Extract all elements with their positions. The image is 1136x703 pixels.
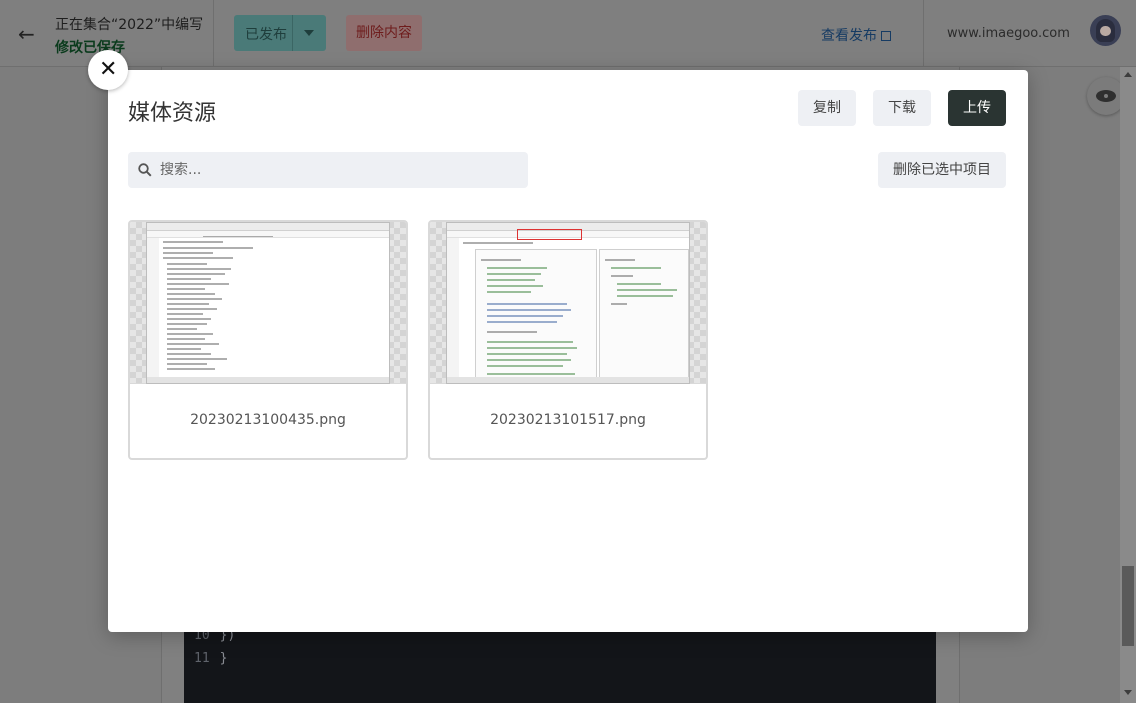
external-link-icon — [881, 31, 891, 41]
media-thumbnail — [130, 222, 406, 384]
delete-content-button[interactable]: 删除内容 — [346, 15, 422, 51]
copy-button[interactable]: 复制 — [798, 90, 856, 126]
search-icon — [138, 163, 152, 177]
media-filename: 20230213101517.png — [490, 412, 646, 428]
site-url[interactable]: www.imaegoo.com — [947, 26, 1070, 41]
view-publish-link[interactable]: 查看发布 — [821, 25, 891, 45]
close-modal-button[interactable]: ✕ — [88, 50, 128, 90]
media-card[interactable]: 20230213101517.png — [428, 220, 708, 460]
eye-pupil — [1102, 92, 1110, 100]
search-box — [128, 152, 528, 188]
screenshot-image — [446, 222, 690, 384]
scroll-down-icon[interactable] — [1124, 690, 1132, 695]
view-publish-label: 查看发布 — [821, 28, 877, 44]
scrollbar-thumb[interactable] — [1122, 566, 1134, 646]
scroll-up-icon[interactable] — [1124, 72, 1132, 77]
code-text: } — [219, 651, 228, 666]
delete-selected-button[interactable]: 删除已选中项目 — [878, 152, 1006, 188]
screenshot-image — [146, 222, 390, 384]
search-input[interactable] — [160, 152, 520, 188]
code-editor: 10}) 11} — [184, 620, 936, 703]
avatar[interactable] — [1090, 15, 1121, 46]
close-icon: ✕ — [99, 57, 118, 82]
modal-title: 媒体资源 — [128, 101, 217, 126]
editing-status: 正在集合“2022”中编写 — [55, 17, 204, 33]
arrow-left-icon[interactable]: ← — [18, 22, 35, 46]
line-number: 11 — [194, 651, 210, 666]
publish-status-label: 已发布 — [245, 27, 287, 43]
divider — [292, 15, 293, 51]
media-card[interactable]: 20230213100435.png — [128, 220, 408, 460]
upload-button[interactable]: 上传 — [948, 90, 1006, 126]
download-button[interactable]: 下载 — [873, 90, 931, 126]
divider — [923, 0, 924, 67]
media-thumbnail — [430, 222, 706, 384]
publish-status-dropdown[interactable]: 已发布 — [234, 15, 326, 51]
divider — [213, 0, 214, 67]
chevron-down-icon — [304, 30, 314, 36]
top-bar: ← 正在集合“2022”中编写 修改已保存 已发布 删除内容 查看发布 www.… — [0, 0, 1136, 67]
highlight-box — [517, 229, 582, 240]
code-line: 11} — [194, 651, 227, 666]
media-modal: 媒体资源 复制 下载 上传 删除已选中项目 — [108, 70, 1028, 632]
media-filename: 20230213100435.png — [190, 412, 346, 428]
